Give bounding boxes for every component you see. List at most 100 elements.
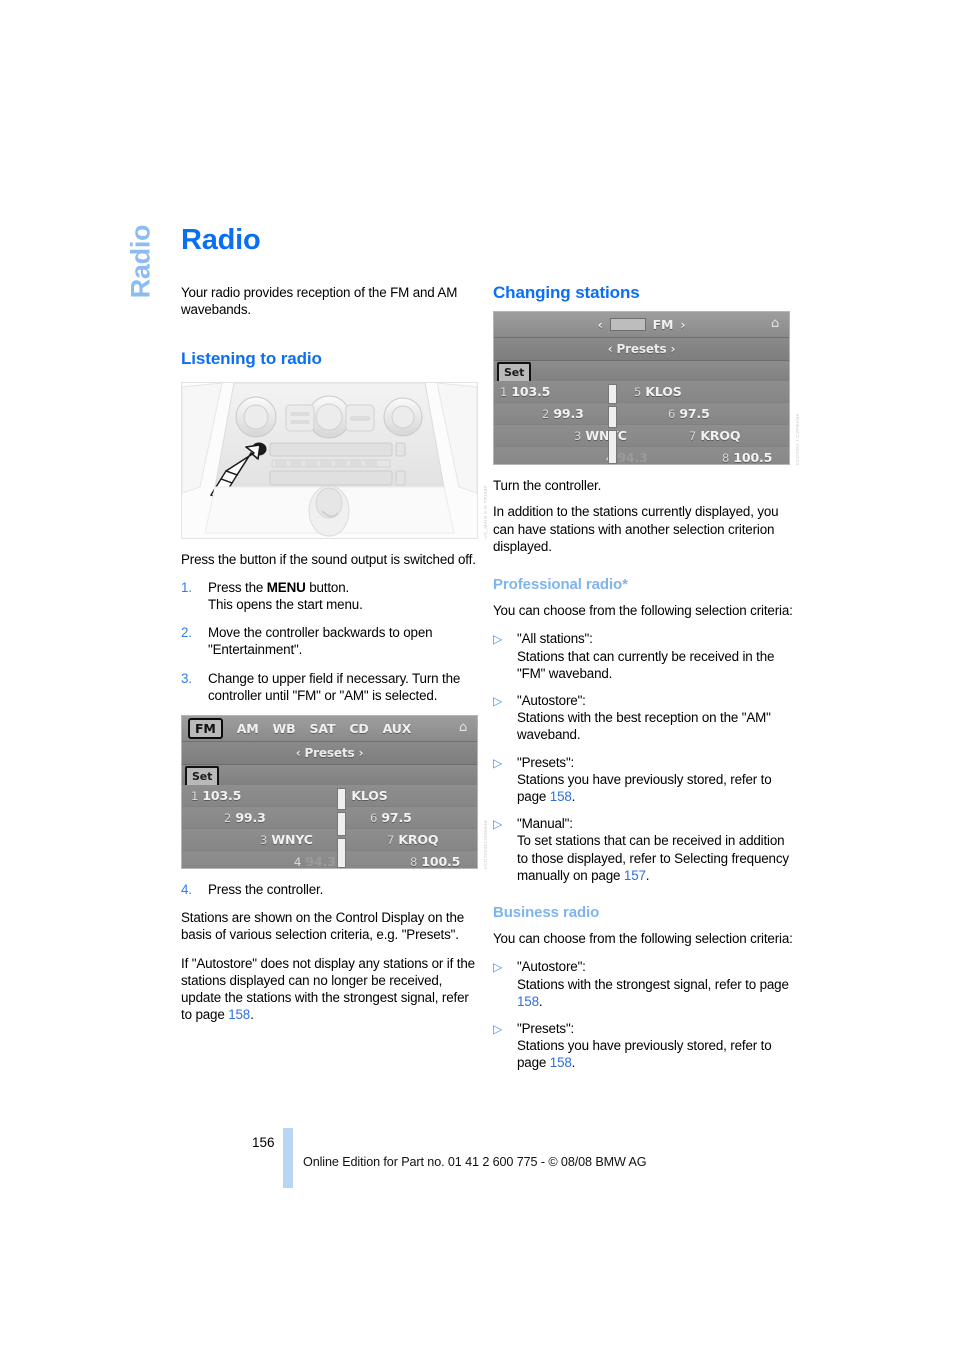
display-subbar-presets[interactable]: ‹ Presets › [182, 742, 477, 766]
set-button[interactable]: Set [185, 766, 220, 788]
preset-8-name: 100.5 [733, 450, 773, 466]
criterion-title: "Autostore": [517, 959, 586, 975]
preset-5-index: 5 [634, 385, 642, 400]
home-icon[interactable]: ⌂ [453, 719, 473, 736]
table-row[interactable]: 1 103.5 5 KLOS [494, 381, 789, 404]
display-subbar-presets[interactable]: ‹ Presets › [494, 338, 789, 362]
step-2-text: Move the controller backwards to open "E… [208, 625, 433, 658]
preset-6-name: 97.5 [381, 810, 412, 826]
set-button[interactable]: Set [497, 362, 532, 384]
page-reference-157[interactable]: 157 [624, 868, 646, 883]
right-column: Changing stations ‹ FM › ⌂ ‹ Presets › S… [493, 283, 800, 1082]
display-tab-fm[interactable]: FM [188, 717, 223, 740]
step-1-number: 1. [181, 579, 192, 595]
table-row[interactable]: 2 99.3 6 97.5 [182, 807, 477, 830]
preset-4-index: 4 [294, 855, 302, 870]
step-1: 1. Press the MENU button. This opens the … [181, 579, 481, 613]
preset-2-name: 99.3 [553, 406, 584, 422]
preset-3-index: 3 [574, 429, 582, 444]
scrollbar-thumb[interactable] [608, 430, 617, 465]
chapter-tab-label: Radio [125, 224, 156, 299]
step-2-number: 2. [181, 625, 192, 641]
home-icon[interactable]: ⌂ [765, 315, 785, 332]
display-preset-list: 1 103.5 5 KLOS 2 99.3 6 97.5 3 WNYC 7 KR… [494, 381, 789, 465]
preset-5-name: KLOS [645, 384, 682, 400]
scrollbar-thumb[interactable] [608, 384, 617, 405]
display-setbar: Set [182, 765, 477, 788]
display-tab-am[interactable]: AM [237, 720, 259, 737]
preset-7-index: 7 [689, 429, 697, 444]
display-band-header[interactable]: ‹ FM › [494, 314, 789, 335]
preset-2-index: 2 [224, 811, 232, 826]
left-column: Your radio provides reception of the FM … [181, 284, 488, 1034]
criterion-title: "Manual": [517, 816, 573, 832]
table-row[interactable]: 3 WNYC 7 KROQ [182, 829, 477, 852]
step-1-bold: MENU [266, 579, 306, 595]
table-row[interactable]: 4 94.3 8 100.5 [494, 447, 789, 465]
paragraph-stations-shown: Stations are shown on the Control Displa… [181, 910, 465, 943]
step-1-line2: This opens the start menu. [208, 597, 363, 613]
heading-changing-stations: Changing stations [493, 283, 640, 302]
right-display-figure: ‹ FM › ⌂ ‹ Presets › Set 1 103.5 5 KLOS … [493, 311, 800, 466]
preset-1-index: 1 [191, 789, 199, 804]
intro-paragraph: Your radio provides reception of the FM … [181, 285, 458, 318]
preset-1-index: 1 [500, 385, 508, 400]
page-reference-158[interactable]: 158 [550, 789, 572, 804]
page-reference-158[interactable]: 158 [228, 1007, 250, 1022]
figure-credit: VCD7050512655646 [482, 819, 488, 870]
steps-list: 1. Press the MENU button. This opens the … [181, 579, 481, 704]
preset-4-name: 94.3 [617, 450, 648, 466]
criterion-body: Stations with the best reception on the … [517, 710, 771, 743]
display-tab-aux[interactable]: AUX [383, 720, 412, 737]
display-setbar: Set [494, 361, 789, 384]
display-subbar-label: Presets [616, 342, 667, 357]
figure-credit: VCD7051 / CVPBANK [794, 412, 800, 466]
footer-text: Online Edition for Part no. 01 41 2 600 … [303, 1155, 647, 1169]
display-topbar: ‹ FM › ⌂ [494, 312, 789, 339]
chevron-left-icon[interactable]: ‹ [598, 316, 603, 333]
list-item: ▷ "Manual": To set stations that can be … [493, 815, 793, 884]
list-item: ▷ "Autostore": Stations with the stronge… [493, 958, 793, 1010]
step-4-text: Press the controller. [208, 882, 324, 898]
display-tab-cd[interactable]: CD [349, 720, 368, 737]
table-row[interactable]: 3 WNYC 7 KROQ [494, 425, 789, 448]
control-display-fm-tabs: FM AM WB SAT CD AUX ⌂ ‹ Presets › Set 1 … [181, 715, 478, 870]
step-3-text: Change to upper field if necessary. Turn… [208, 670, 461, 703]
scrollbar-thumb[interactable] [608, 406, 617, 429]
footer-accent-bar [283, 1128, 293, 1188]
table-row[interactable]: 1 103.5 5 KLOS [182, 785, 477, 808]
page-reference-158[interactable]: 158 [517, 994, 539, 1009]
chevron-right-icon[interactable]: › [680, 316, 685, 333]
step-2: 2. Move the controller backwards to open … [181, 624, 481, 658]
band-chip-icon [609, 318, 646, 332]
display-preset-list: 1 103.5 5 KLOS 2 99.3 6 97.5 3 WNYC 7 KR… [182, 785, 477, 869]
preset-6-index: 6 [370, 811, 378, 826]
triangle-bullet-icon: ▷ [493, 817, 503, 832]
criterion-body-before: To set stations that can be received in … [517, 833, 789, 883]
list-item: ▷ "Autostore": Stations with the best re… [493, 692, 793, 744]
display-tab-wb[interactable]: WB [273, 720, 296, 737]
table-row[interactable]: 4 94.3 8 100.5 [182, 851, 477, 869]
scrollbar-thumb[interactable] [337, 788, 346, 811]
paragraph-in-addition: In addition to the stations currently di… [493, 504, 779, 554]
page-title: Radio [181, 224, 261, 256]
preset-1-name: 103.5 [202, 788, 242, 804]
display-band-label: FM [652, 317, 674, 333]
table-row[interactable]: 2 99.3 6 97.5 [494, 403, 789, 426]
step-1-text-before: Press the [208, 579, 267, 595]
preset-7-name: KROQ [398, 832, 439, 848]
preset-3-name: WNYC [585, 428, 627, 444]
page-reference-158[interactable]: 158 [550, 1055, 572, 1070]
heading-business-radio: Business radio [493, 904, 600, 922]
scrollbar-thumb[interactable] [337, 838, 346, 869]
preset-3-name: WNYC [271, 832, 313, 848]
triangle-bullet-icon: ▷ [493, 960, 503, 975]
criterion-body: Stations that can currently be received … [517, 648, 775, 681]
scrollbar-thumb[interactable] [337, 812, 346, 837]
preset-5-name: KLOS [351, 788, 388, 804]
paragraph-autostore-after: . [250, 1007, 254, 1023]
display-tab-sat[interactable]: SAT [310, 720, 336, 737]
preset-6-name: 97.5 [679, 406, 710, 422]
triangle-bullet-icon: ▷ [493, 632, 503, 647]
criterion-body-after: . [571, 1055, 576, 1071]
